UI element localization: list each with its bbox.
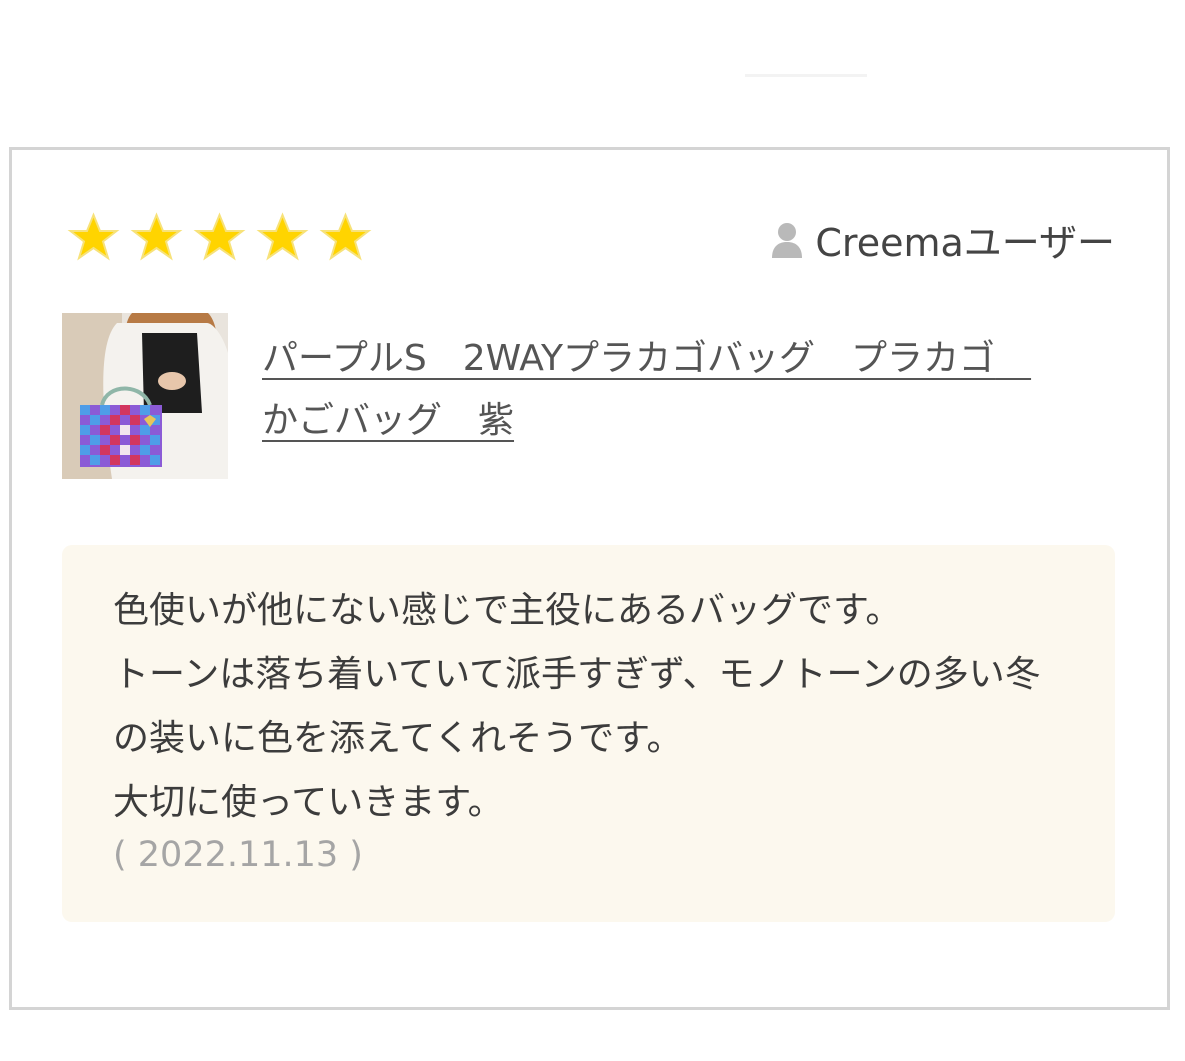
reviewer-name: Creemaユーザー	[815, 221, 1115, 265]
star-icon	[67, 212, 120, 261]
star-rating	[62, 208, 377, 268]
bag-illustration	[80, 405, 162, 467]
product-title-link[interactable]: パープルS 2WAYプラカゴバッグ プラカゴ かごバッグ 紫	[262, 328, 1062, 452]
review-comment: 色使いが他にない感じで主役にあるバッグです。 トーンは落ち着いていて派手すぎず、…	[113, 590, 1041, 823]
review-card: Creemaユーザー パープルS 2WAYプラカゴバッグ プラカゴ かごバッグ …	[9, 147, 1170, 1010]
star-icon	[193, 212, 246, 261]
reviewer-info: Creemaユーザー	[771, 212, 1115, 267]
product-photo	[62, 313, 228, 479]
product-thumbnail[interactable]	[62, 313, 228, 479]
star-icon	[256, 212, 309, 261]
star-icon	[319, 212, 372, 261]
header-divider	[745, 74, 867, 77]
review-comment-box: 色使いが他にない感じで主役にあるバッグです。 トーンは落ち着いていて派手すぎず、…	[62, 545, 1115, 922]
header-fade	[0, 0, 1185, 90]
star-icon	[130, 212, 183, 261]
user-silhouette-icon	[772, 222, 803, 258]
review-date: ( 2022.11.13 )	[113, 835, 363, 875]
